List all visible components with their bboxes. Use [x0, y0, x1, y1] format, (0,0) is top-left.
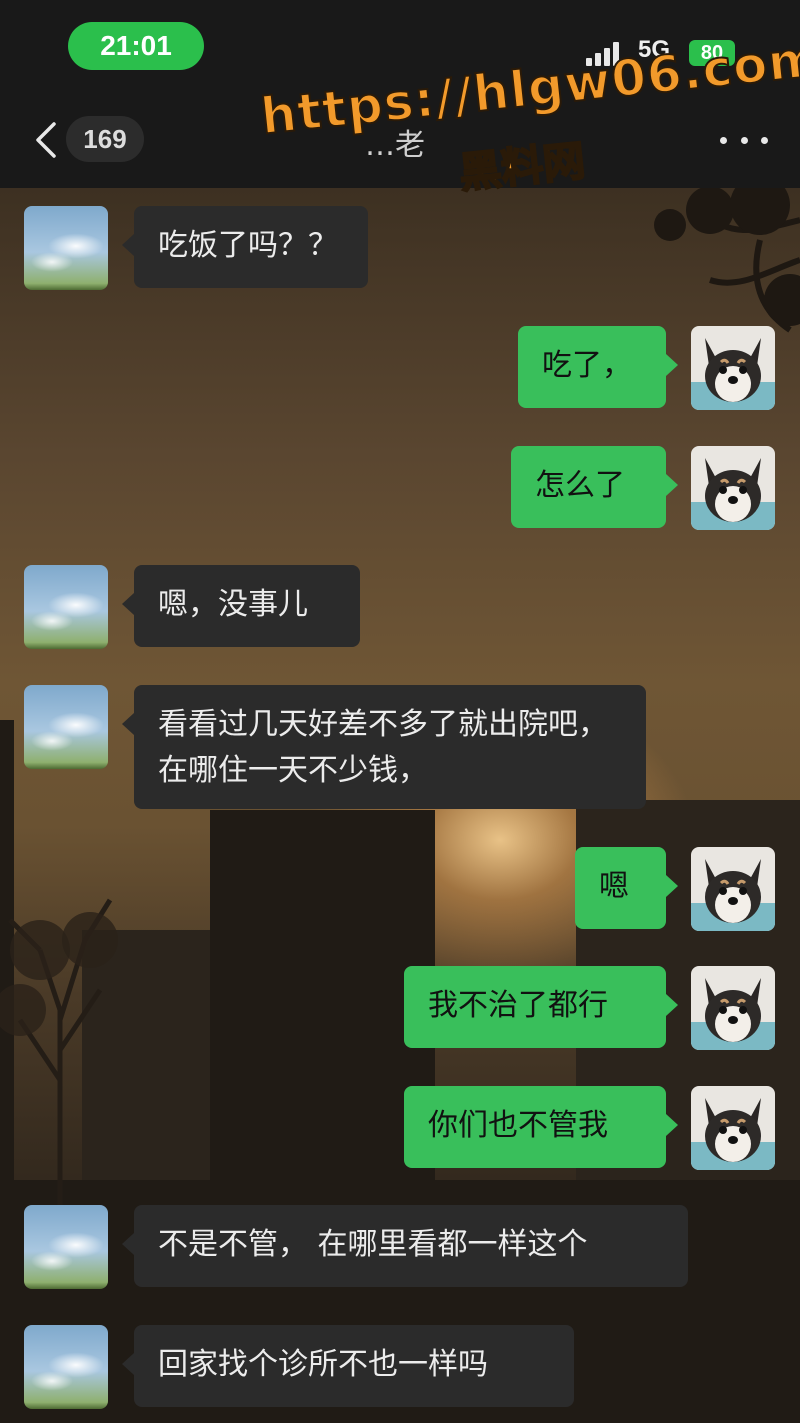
- status-time: 21:01: [68, 22, 204, 70]
- shiba-dog-avatar[interactable]: [691, 326, 775, 410]
- contact-avatar[interactable]: [24, 565, 108, 649]
- unread-count-badge[interactable]: 169: [66, 116, 144, 162]
- contact-avatar[interactable]: [24, 1325, 108, 1409]
- more-options-icon[interactable]: [720, 120, 768, 160]
- shiba-dog-avatar[interactable]: [691, 446, 775, 530]
- chat-screen: 21:01 5G 80 169 …老 https://hlgw06.com 黑料…: [0, 0, 800, 1423]
- outgoing-message[interactable]: 怎么了: [511, 446, 678, 528]
- incoming-message[interactable]: 回家找个诊所不也一样吗: [122, 1325, 574, 1407]
- incoming-message[interactable]: 看看过几天好差不多了就出院吧，在哪住一天不少钱，: [122, 685, 646, 809]
- outgoing-message[interactable]: 吃了，: [518, 326, 678, 408]
- outgoing-message[interactable]: 我不治了都行: [404, 966, 678, 1048]
- tree-branches-top: [654, 180, 800, 333]
- shiba-dog-avatar[interactable]: [691, 1086, 775, 1170]
- incoming-message[interactable]: 嗯，没事儿: [122, 565, 360, 647]
- contact-avatar[interactable]: [24, 685, 108, 769]
- back-arrow-icon[interactable]: [28, 120, 68, 160]
- contact-avatar[interactable]: [24, 1205, 108, 1289]
- outgoing-message[interactable]: 嗯: [575, 847, 678, 929]
- incoming-message[interactable]: 不是不管， 在哪里看都一样这个: [122, 1205, 688, 1287]
- tree-silhouette: [0, 898, 118, 1220]
- outgoing-message[interactable]: 你们也不管我: [404, 1086, 678, 1168]
- shiba-dog-avatar[interactable]: [691, 966, 775, 1050]
- contact-avatar[interactable]: [24, 206, 108, 290]
- shiba-dog-avatar[interactable]: [691, 847, 775, 931]
- incoming-message[interactable]: 吃饭了吗？？: [122, 206, 368, 288]
